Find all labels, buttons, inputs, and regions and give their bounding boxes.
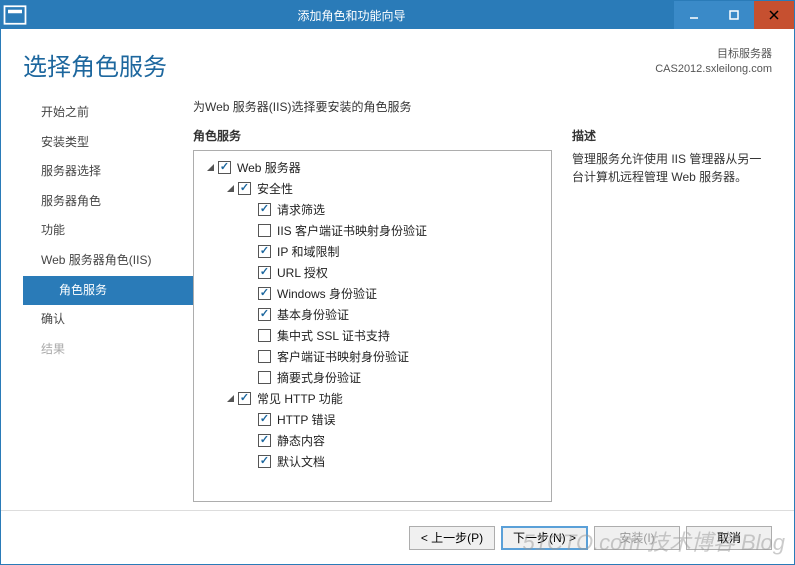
tree-item[interactable]: HTTP 错误 [198,409,547,430]
tree-item-label: 摘要式身份验证 [277,369,361,386]
target-label: 目标服务器 [655,47,772,62]
instruction-text: 为Web 服务器(IIS)选择要安装的角色服务 [193,98,772,115]
main-panel: 为Web 服务器(IIS)选择要安装的角色服务 角色服务 Web 服务器安全性请… [193,98,772,502]
wizard-nav: 开始之前安装类型服务器选择服务器角色功能Web 服务器角色(IIS)角色服务确认… [23,98,193,502]
checkbox[interactable] [258,266,271,279]
wizard-window: 添加角色和功能向导 选择角色服务 目标服务器 CAS2012.sxleilong… [0,0,795,565]
tree-item[interactable]: 摘要式身份验证 [198,367,547,388]
checkbox[interactable] [258,203,271,216]
tree-item[interactable]: 静态内容 [198,430,547,451]
header-row: 选择角色服务 目标服务器 CAS2012.sxleilong.com [23,47,772,82]
close-button[interactable] [754,1,794,29]
description-column: 描述 管理服务允许使用 IIS 管理器从另一台计算机远程管理 Web 服务器。 [572,127,772,502]
tree-item[interactable]: 常见 HTTP 功能 [198,388,547,409]
tree-item[interactable]: URL 授权 [198,262,547,283]
body-row: 开始之前安装类型服务器选择服务器角色功能Web 服务器角色(IIS)角色服务确认… [23,98,772,502]
nav-item-6[interactable]: 角色服务 [23,276,193,306]
minimize-button[interactable] [674,1,714,29]
tree-item-label: Web 服务器 [237,159,301,176]
nav-item-1[interactable]: 安装类型 [23,128,193,158]
nav-item-2[interactable]: 服务器选择 [23,157,193,187]
tree-item[interactable]: 客户端证书映射身份验证 [198,346,547,367]
app-icon [1,1,29,29]
panel-row: 角色服务 Web 服务器安全性请求筛选 IIS 客户端证书映射身份验证 IP 和域限… [193,127,772,502]
nav-item-4[interactable]: 功能 [23,216,193,246]
window-title: 添加角色和功能向导 [29,7,674,24]
tree-item-label: HTTP 错误 [277,411,335,428]
maximize-button[interactable] [714,1,754,29]
tree-item-label: 集中式 SSL 证书支持 [277,327,390,344]
nav-item-5[interactable]: Web 服务器角色(IIS) [23,246,193,276]
tree-item-label: 基本身份验证 [277,306,349,323]
checkbox[interactable] [258,434,271,447]
tree-item-label: 默认文档 [277,453,325,470]
tree-item[interactable]: 基本身份验证 [198,304,547,325]
role-services-tree[interactable]: Web 服务器安全性请求筛选 IIS 客户端证书映射身份验证 IP 和域限制 URL … [193,150,552,502]
checkbox[interactable] [258,245,271,258]
install-button: 安装(I) [594,526,680,550]
nav-item-8: 结果 [23,335,193,365]
checkbox[interactable] [258,413,271,426]
checkbox[interactable] [238,392,251,405]
tree-item-label: IIS 客户端证书映射身份验证 [277,222,427,239]
tree-item-label: 静态内容 [277,432,325,449]
tree-item[interactable]: IIS 客户端证书映射身份验证 [198,220,547,241]
nav-item-7[interactable]: 确认 [23,305,193,335]
tree-item-label: 常见 HTTP 功能 [257,390,343,407]
content-area: 选择角色服务 目标服务器 CAS2012.sxleilong.com 开始之前安… [1,29,794,502]
expander-icon[interactable] [204,162,216,174]
checkbox[interactable] [258,371,271,384]
page-title: 选择角色服务 [23,47,167,82]
nav-item-0[interactable]: 开始之前 [23,98,193,128]
footer: < 上一步(P) 下一步(N) > 安装(I) 取消 [1,510,794,564]
checkbox[interactable] [258,350,271,363]
tree-item[interactable]: Web 服务器 [198,157,547,178]
next-button[interactable]: 下一步(N) > [501,526,588,550]
checkbox[interactable] [218,161,231,174]
checkbox[interactable] [258,329,271,342]
tree-item[interactable]: 请求筛选 [198,199,547,220]
tree-item[interactable]: Windows 身份验证 [198,283,547,304]
target-server: CAS2012.sxleilong.com [655,62,772,77]
tree-item-label: 请求筛选 [277,201,325,218]
description-label: 描述 [572,127,772,144]
window-controls [674,1,794,29]
tree-item[interactable]: 集中式 SSL 证书支持 [198,325,547,346]
expander-icon[interactable] [224,393,236,405]
previous-button[interactable]: < 上一步(P) [409,526,495,550]
checkbox[interactable] [258,455,271,468]
target-server-info: 目标服务器 CAS2012.sxleilong.com [655,47,772,78]
tree-item-label: 安全性 [257,180,293,197]
cancel-button[interactable]: 取消 [686,526,772,550]
tree-column: 角色服务 Web 服务器安全性请求筛选 IIS 客户端证书映射身份验证 IP 和域限… [193,127,552,502]
checkbox[interactable] [258,224,271,237]
checkbox[interactable] [238,182,251,195]
tree-item[interactable]: 默认文档 [198,451,547,472]
titlebar: 添加角色和功能向导 [1,1,794,29]
expander-icon[interactable] [224,183,236,195]
tree-item-label: IP 和域限制 [277,243,339,260]
checkbox[interactable] [258,308,271,321]
tree-item[interactable]: 安全性 [198,178,547,199]
tree-item-label: Windows 身份验证 [277,285,377,302]
nav-item-3[interactable]: 服务器角色 [23,187,193,217]
tree-item-label: URL 授权 [277,264,328,281]
tree-item[interactable]: IP 和域限制 [198,241,547,262]
tree-label: 角色服务 [193,127,552,144]
tree-item-label: 客户端证书映射身份验证 [277,348,409,365]
checkbox[interactable] [258,287,271,300]
description-text: 管理服务允许使用 IIS 管理器从另一台计算机远程管理 Web 服务器。 [572,150,772,186]
